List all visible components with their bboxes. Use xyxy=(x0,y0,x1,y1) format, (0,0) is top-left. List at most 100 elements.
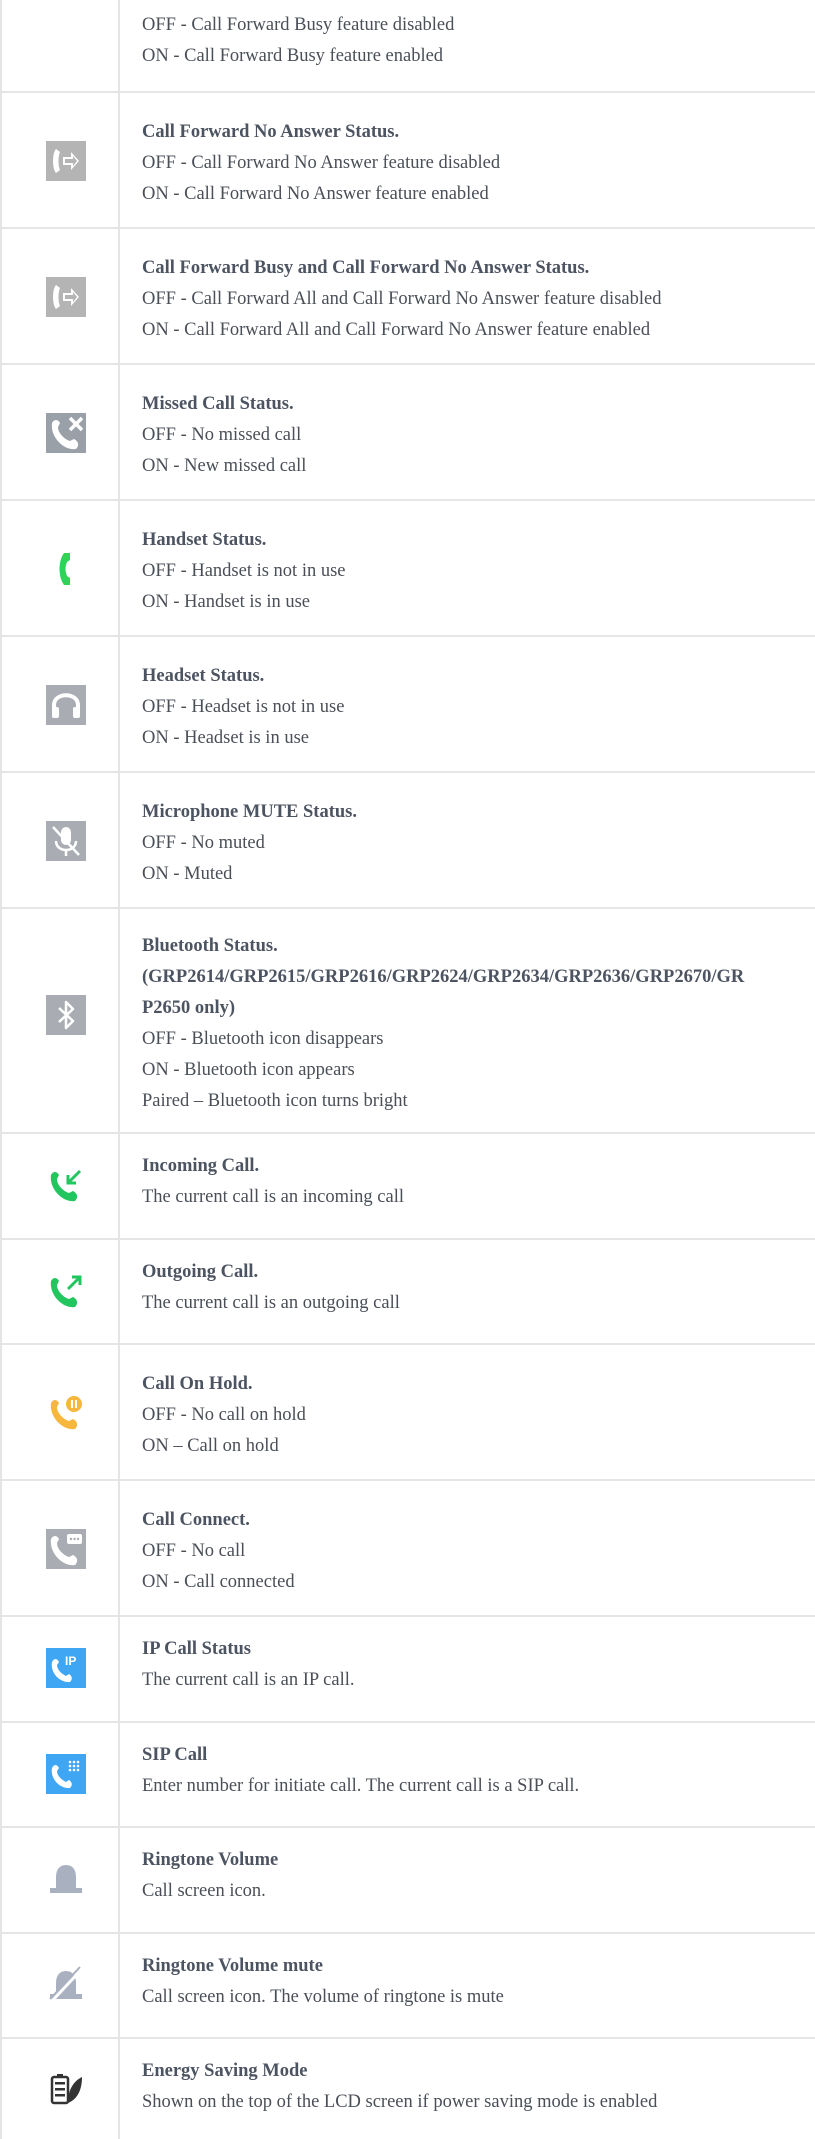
table-row: Incoming Call. The current call is an in… xyxy=(0,1134,815,1240)
row-title: Microphone MUTE Status. xyxy=(142,802,357,822)
ringtone-volume-icon xyxy=(46,1859,86,1899)
status-on-line: ON - New missed call xyxy=(142,456,307,476)
description-cell: Call Forward No Answer Status. OFF - Cal… xyxy=(142,117,807,210)
description-cell: OFF - Call Forward Busy feature disabled… xyxy=(142,10,807,72)
status-off-line: OFF - Headset is not in use xyxy=(142,697,345,717)
icon-cell xyxy=(0,909,120,1132)
description-cell: Outgoing Call. The current call is an ou… xyxy=(142,1257,807,1319)
status-on-line: ON - Handset is in use xyxy=(142,592,311,612)
description-cell: Headset Status. OFF - Headset is not in … xyxy=(142,661,807,754)
row-title: Ringtone Volume xyxy=(142,1850,279,1870)
row-title: Headset Status. xyxy=(142,666,265,686)
row-title: Call Forward Busy and Call Forward No An… xyxy=(142,258,590,278)
icon-cell xyxy=(0,93,120,227)
table-row: Energy Saving Mode Shown on the top of t… xyxy=(0,2039,815,2139)
description-cell: Missed Call Status. OFF - No missed call… xyxy=(142,389,807,482)
description-cell: Incoming Call. The current call is an in… xyxy=(142,1151,807,1213)
microphone-mute-icon xyxy=(46,821,86,861)
status-on-line: ON - Call connected xyxy=(142,1572,295,1592)
row-description: Shown on the top of the LCD screen if po… xyxy=(142,2092,658,2112)
incoming-call-icon xyxy=(46,1165,86,1205)
table-row: Call On Hold. OFF - No call on hold ON –… xyxy=(0,1345,815,1481)
icon-cell xyxy=(0,1723,120,1826)
call-forward-no-answer-icon xyxy=(46,141,86,181)
icon-cell xyxy=(0,501,120,635)
status-off-line: OFF - No call xyxy=(142,1541,246,1561)
icon-cell xyxy=(0,365,120,499)
icon-cell xyxy=(0,1934,120,2037)
status-on-line: ON - Headset is in use xyxy=(142,728,309,748)
row-description: The current call is an incoming call xyxy=(142,1187,404,1207)
table-row: Outgoing Call. The current call is an ou… xyxy=(0,1240,815,1345)
icon-cell xyxy=(0,1240,120,1343)
icon-cell xyxy=(0,1345,120,1479)
status-off-line: OFF - No call on hold xyxy=(142,1405,306,1425)
description-cell: Microphone MUTE Status. OFF - No muted O… xyxy=(142,797,807,890)
row-title: SIP Call xyxy=(142,1745,208,1765)
row-description: Call screen icon. The volume of ringtone… xyxy=(142,1987,504,2007)
status-on-line: ON - Muted xyxy=(142,864,233,884)
row-title: Bluetooth Status. xyxy=(142,936,278,956)
table-row: Missed Call Status. OFF - No missed call… xyxy=(0,365,815,501)
status-off-line: OFF - Call Forward All and Call Forward … xyxy=(142,289,662,309)
outgoing-call-icon xyxy=(46,1271,86,1311)
status-off-line: OFF - Bluetooth icon disappears xyxy=(142,1029,384,1049)
description-cell: Ringtone Volume Call screen icon. xyxy=(142,1845,807,1907)
row-description: The current call is an outgoing call xyxy=(142,1293,400,1313)
status-off-line: OFF - Call Forward No Answer feature dis… xyxy=(142,153,501,173)
ip-call-icon: IP xyxy=(46,1648,86,1688)
description-cell: Call Connect. OFF - No call ON - Call co… xyxy=(142,1505,807,1598)
icon-cell xyxy=(0,773,120,907)
row-title: Ringtone Volume mute xyxy=(142,1956,323,1976)
row-title-models: (GRP2614/GRP2615/GRP2616/GRP2624/GRP2634… xyxy=(142,967,745,987)
icon-cell: IP xyxy=(0,1617,120,1721)
description-cell: Handset Status. OFF - Handset is not in … xyxy=(142,525,807,618)
table-row: OFF - Call Forward Busy feature disabled… xyxy=(0,0,815,93)
table-row: Call Connect. OFF - No call ON - Call co… xyxy=(0,1481,815,1617)
table-row: Ringtone Volume Call screen icon. xyxy=(0,1828,815,1934)
icon-cell xyxy=(0,2039,120,2139)
status-off-line: OFF - Handset is not in use xyxy=(142,561,346,581)
call-on-hold-icon xyxy=(46,1393,86,1433)
row-title: Call On Hold. xyxy=(142,1374,253,1394)
ringtone-volume-mute-icon xyxy=(46,1965,86,2005)
icon-cell xyxy=(0,1828,120,1932)
table-row: Microphone MUTE Status. OFF - No muted O… xyxy=(0,773,815,909)
handset-icon xyxy=(46,549,86,589)
headset-icon xyxy=(46,685,86,725)
table-row: Call Forward Busy and Call Forward No An… xyxy=(0,229,815,365)
description-cell: IP Call Status The current call is an IP… xyxy=(142,1634,807,1696)
row-title: Incoming Call. xyxy=(142,1156,260,1176)
status-off-line: OFF - Call Forward Busy feature disabled xyxy=(142,15,455,35)
sip-call-icon xyxy=(46,1754,86,1794)
description-cell: Energy Saving Mode Shown on the top of t… xyxy=(142,2056,807,2118)
row-title: Missed Call Status. xyxy=(142,394,294,414)
table-row: Bluetooth Status. (GRP2614/GRP2615/GRP26… xyxy=(0,909,815,1134)
table-row: Call Forward No Answer Status. OFF - Cal… xyxy=(0,93,815,229)
status-off-line: OFF - No muted xyxy=(142,833,265,853)
row-title: Call Forward No Answer Status. xyxy=(142,122,400,142)
status-paired-line: Paired – Bluetooth icon turns bright xyxy=(142,1091,408,1111)
bluetooth-icon xyxy=(46,995,86,1035)
row-description: Enter number for initiate call. The curr… xyxy=(142,1776,580,1796)
description-cell: Call Forward Busy and Call Forward No An… xyxy=(142,253,807,346)
row-title: Call Connect. xyxy=(142,1510,250,1530)
status-off-line: OFF - No missed call xyxy=(142,425,302,445)
call-connect-icon xyxy=(46,1529,86,1569)
call-forward-busy-no-answer-icon xyxy=(46,277,86,317)
description-cell: Call On Hold. OFF - No call on hold ON –… xyxy=(142,1369,807,1462)
table-row: Ringtone Volume mute Call screen icon. T… xyxy=(0,1934,815,2039)
row-title: Handset Status. xyxy=(142,530,267,550)
row-title: Energy Saving Mode xyxy=(142,2061,308,2081)
status-on-line: ON - Bluetooth icon appears xyxy=(142,1060,355,1080)
description-cell: SIP Call Enter number for initiate call.… xyxy=(142,1740,807,1802)
icon-cell xyxy=(0,1481,120,1615)
icon-cell xyxy=(0,1134,120,1238)
row-description: The current call is an IP call. xyxy=(142,1670,355,1690)
table-row: SIP Call Enter number for initiate call.… xyxy=(0,1723,815,1828)
description-cell: Bluetooth Status. (GRP2614/GRP2615/GRP26… xyxy=(142,931,807,1117)
table-row: Headset Status. OFF - Headset is not in … xyxy=(0,637,815,773)
status-on-line: ON - Call Forward All and Call Forward N… xyxy=(142,320,651,340)
row-title: Outgoing Call. xyxy=(142,1262,259,1282)
energy-saving-icon xyxy=(46,2069,86,2109)
